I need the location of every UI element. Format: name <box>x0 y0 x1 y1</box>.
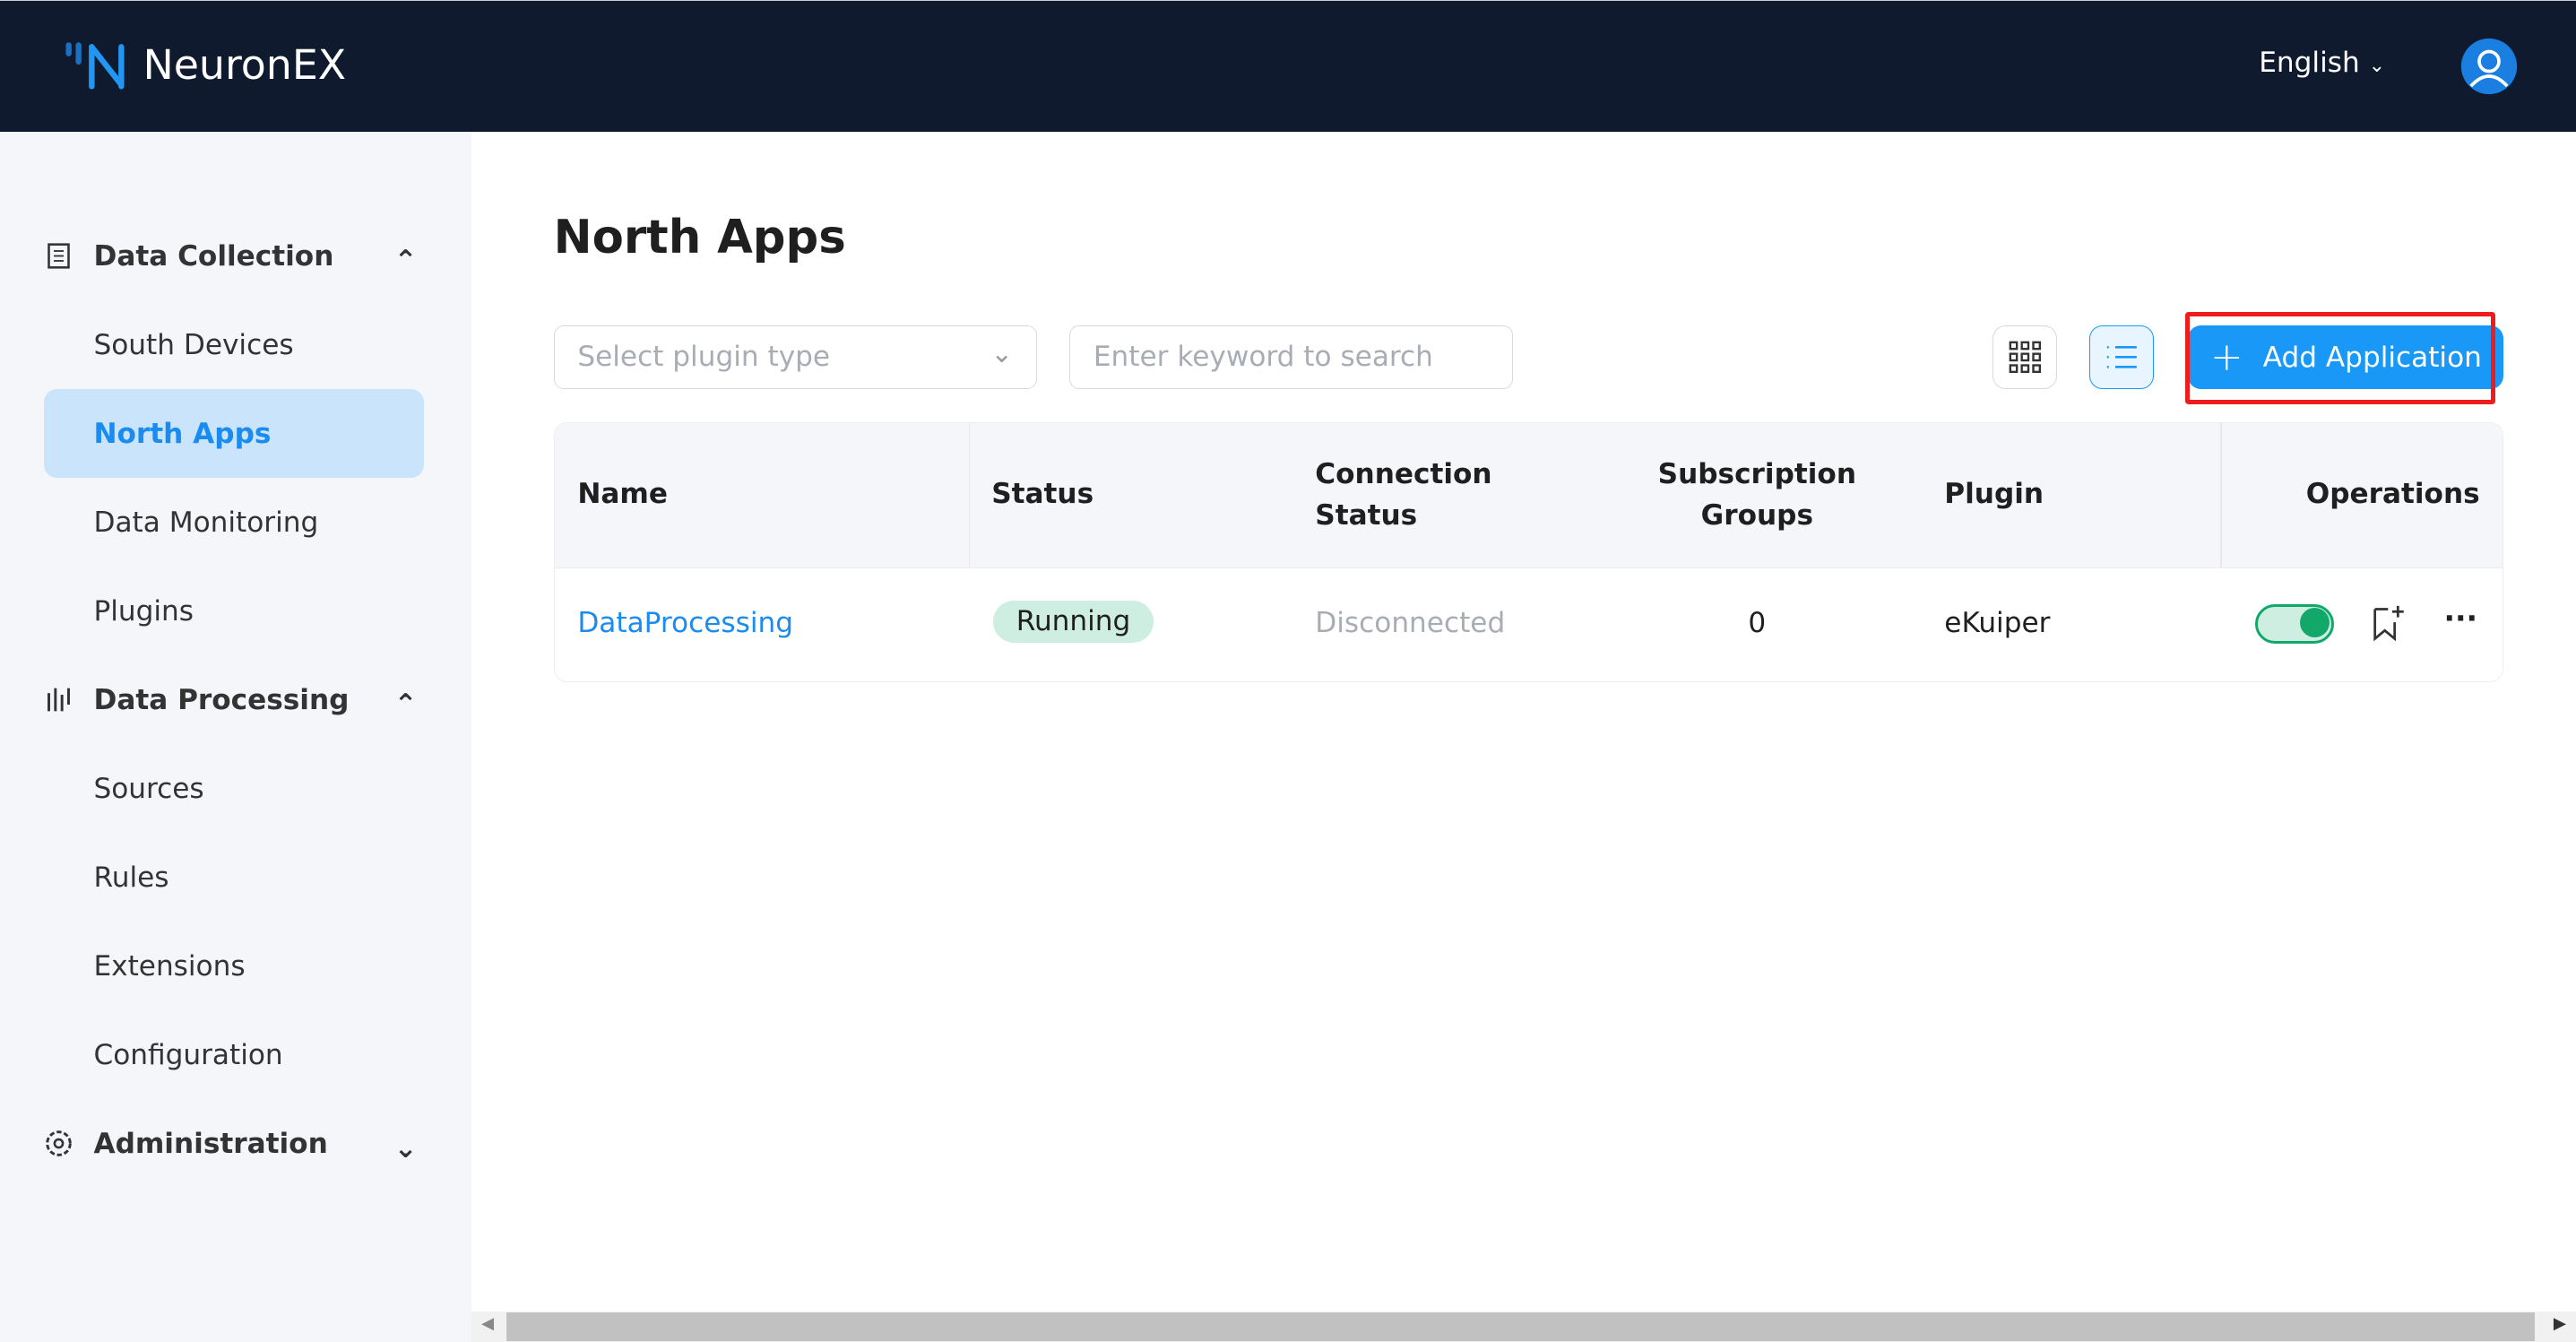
add-application-button[interactable]: + Add Application <box>2188 325 2504 390</box>
column-status: Status <box>991 477 1094 510</box>
subscription-groups-count: 0 <box>1748 607 1767 640</box>
data-collection-icon <box>48 243 71 270</box>
sidebar: Data Collection ⌃ South Devices North Ap… <box>0 131 472 1342</box>
sidebar-group-label: Data Collection <box>93 239 334 273</box>
horizontal-scrollbar[interactable]: ◀ ▶ <box>471 1311 2576 1342</box>
sidebar-group-label: Data Processing <box>93 683 350 716</box>
sidebar-item-data-monitoring[interactable]: Data Monitoring <box>44 478 423 567</box>
chevron-down-icon: ⌄ <box>2368 55 2386 78</box>
sidebar-group-label: Administration <box>93 1127 328 1160</box>
sidebar-item-sources[interactable]: Sources <box>44 744 423 833</box>
sidebar-item-north-apps[interactable]: North Apps <box>44 389 424 479</box>
column-name: Name <box>577 477 668 510</box>
list-icon <box>2106 346 2137 369</box>
plus-icon: + <box>2209 334 2243 381</box>
add-application-label: Add Application <box>2262 341 2482 374</box>
sidebar-item-label: Rules <box>93 861 169 894</box>
plugin-name: eKuiper <box>1944 607 2051 640</box>
app-enable-toggle[interactable] <box>2254 603 2334 644</box>
sidebar-item-label: Extensions <box>93 949 246 983</box>
sidebar-item-extensions[interactable]: Extensions <box>44 922 423 1010</box>
sidebar-item-label: Plugins <box>93 594 194 628</box>
column-operations: Operations <box>2305 477 2480 510</box>
scrollbar-thumb[interactable] <box>506 1312 2536 1341</box>
brand-name: NeuronEX <box>143 39 347 89</box>
sidebar-item-configuration[interactable]: Configuration <box>44 1010 423 1099</box>
chevron-down-icon: ⌄ <box>990 337 1013 368</box>
gear-icon <box>46 1130 73 1156</box>
neuronex-logo-icon <box>65 42 125 90</box>
page-title: North Apps <box>553 210 846 264</box>
chevron-down-icon: ⌄ <box>393 1131 418 1165</box>
grid-icon <box>2009 342 2041 374</box>
chevron-up-icon: ⌃ <box>393 688 418 721</box>
column-plugin: Plugin <box>1944 477 2044 510</box>
sidebar-item-label: South Devices <box>93 328 294 361</box>
sidebar-item-label: North Apps <box>93 417 272 450</box>
status-badge: Running <box>993 601 1154 643</box>
more-options-icon[interactable]: ··· <box>2444 601 2478 636</box>
search-input[interactable]: Enter keyword to search <box>1069 325 1514 390</box>
sidebar-group-data-processing[interactable]: Data Processing ⌃ <box>44 655 423 744</box>
sidebar-item-plugins[interactable]: Plugins <box>44 567 423 655</box>
apps-table: Name Status Connection Status Subscripti… <box>553 422 2504 682</box>
connection-status: Disconnected <box>1315 607 1506 640</box>
column-subscription-groups: Subscription Groups <box>1657 457 1856 532</box>
chevron-up-icon: ⌃ <box>393 245 418 278</box>
sidebar-group-data-collection[interactable]: Data Collection ⌃ <box>44 212 423 300</box>
sidebar-item-south-devices[interactable]: South Devices <box>44 300 423 389</box>
scroll-right-arrow-icon[interactable]: ▶ <box>2554 1314 2566 1333</box>
column-connection-status: Connection Status <box>1315 457 1492 532</box>
app-name-link[interactable]: DataProcessing <box>577 607 793 639</box>
sidebar-group-administration[interactable]: Administration ⌄ <box>44 1099 423 1188</box>
subscribe-bookmark-icon[interactable] <box>2372 604 2407 644</box>
grid-view-button[interactable] <box>1993 325 2057 390</box>
plugin-type-select[interactable]: Select plugin type ⌄ <box>553 325 1037 390</box>
top-header: NeuronEX English ⌄ <box>0 0 2576 132</box>
sidebar-item-label: Configuration <box>93 1038 283 1071</box>
language-label: English <box>2259 47 2360 80</box>
sidebar-item-label: Sources <box>93 772 204 805</box>
table-header: Name Status Connection Status Subscripti… <box>554 423 2503 569</box>
scroll-left-arrow-icon[interactable]: ◀ <box>481 1314 494 1333</box>
language-select[interactable]: English ⌄ <box>2259 47 2385 79</box>
sidebar-item-label: Data Monitoring <box>93 506 319 539</box>
search-placeholder: Enter keyword to search <box>1093 341 1433 374</box>
plugin-type-placeholder: Select plugin type <box>577 341 831 374</box>
user-icon[interactable] <box>2459 37 2519 96</box>
sidebar-item-rules[interactable]: Rules <box>44 833 423 922</box>
list-view-button[interactable] <box>2089 325 2154 390</box>
data-processing-icon <box>48 688 71 712</box>
